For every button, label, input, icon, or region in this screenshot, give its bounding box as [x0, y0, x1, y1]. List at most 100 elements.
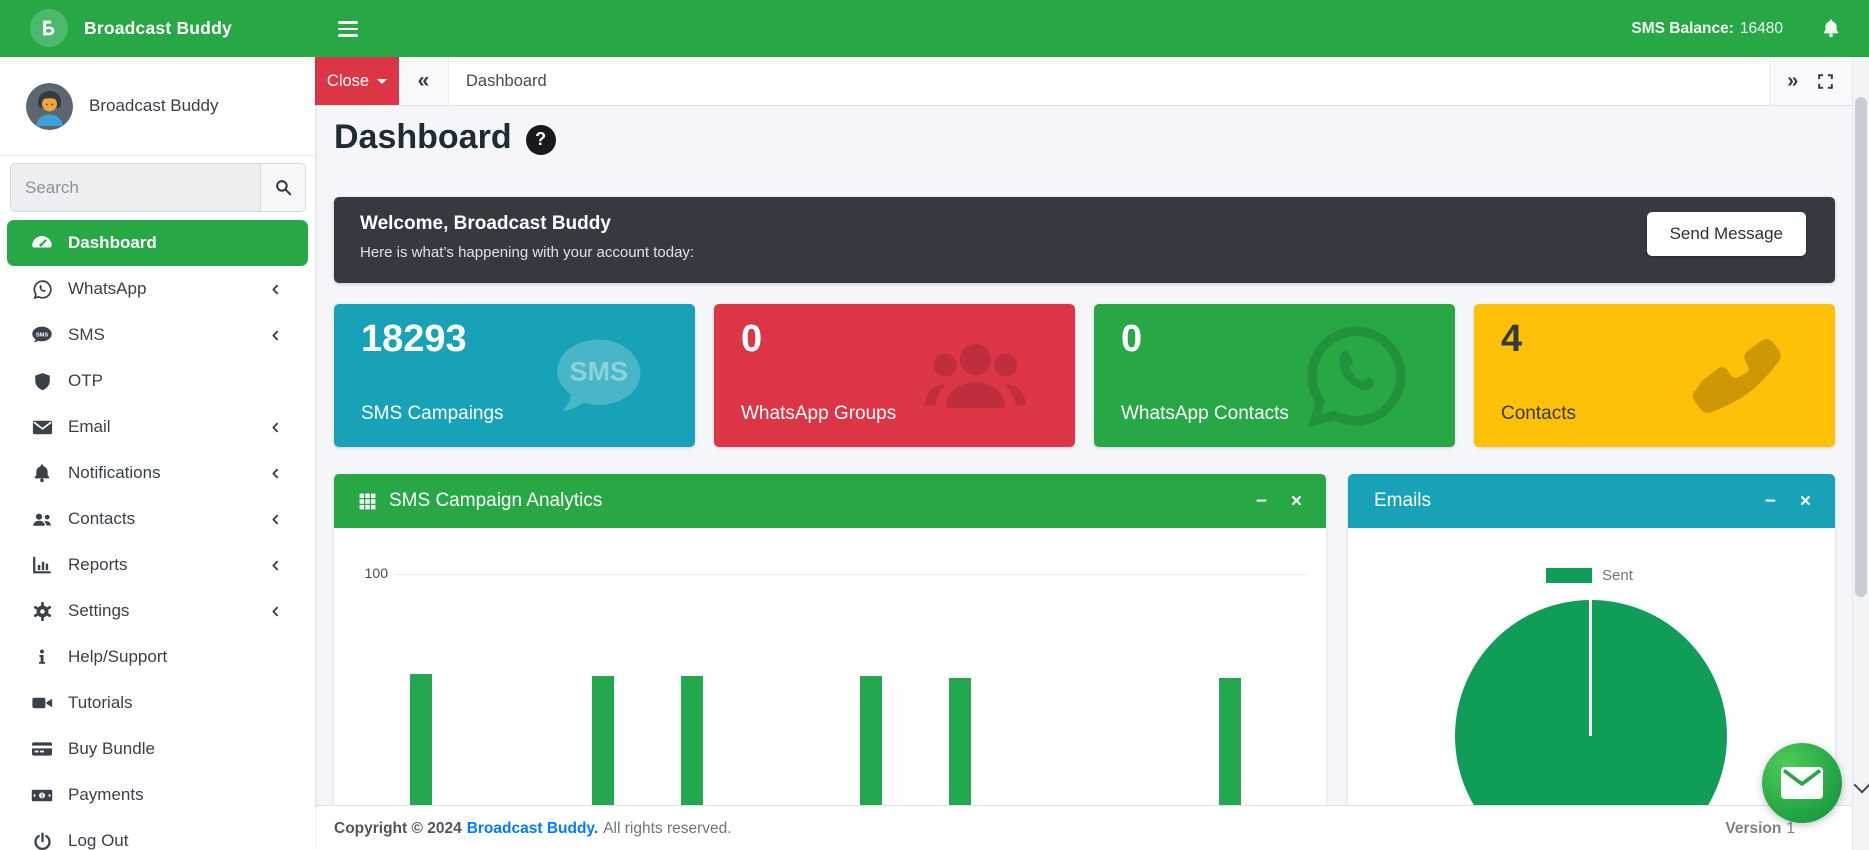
sidebar-user-panel: Broadcast Buddy [0, 57, 315, 156]
sidebar-item-label: Email [68, 417, 111, 436]
fullscreen-button[interactable] [1816, 72, 1835, 91]
sms-bubble-icon: SMS [30, 323, 54, 347]
minimize-panel-button[interactable]: − [1765, 492, 1776, 511]
pie-slice-divider [1589, 600, 1592, 736]
chat-widget-button[interactable] [1762, 743, 1842, 823]
hamburger-menu-icon[interactable] [338, 16, 364, 42]
avatar[interactable] [26, 82, 73, 130]
sidebar-item-otp[interactable]: OTP [7, 358, 308, 404]
content-toolbar: Close « Dashboard » [315, 57, 1869, 106]
sidebar-item-label: Dashboard [68, 233, 157, 252]
vertical-scrollbar[interactable] [1852, 57, 1869, 850]
tab-dashboard[interactable]: Dashboard [466, 57, 547, 105]
sms-campaign-analytics-panel: SMS Campaign Analytics − × 100 [334, 474, 1326, 805]
gauge-icon [30, 231, 54, 255]
sidebar-item-contacts[interactable]: Contacts [7, 496, 308, 542]
sidebar-menu: Dashboard WhatsApp SMS SMS OTP Email Not… [0, 220, 315, 850]
page-title-row: Dashboard ? [334, 118, 556, 157]
sidebar-item-label: Log Out [68, 831, 129, 850]
bar-chart-icon [30, 553, 54, 577]
sidebar-item-payments[interactable]: 1 Payments [7, 772, 308, 818]
sidebar-item-label: Help/Support [68, 647, 168, 666]
shield-icon [30, 369, 54, 393]
caret-down-icon [377, 78, 388, 84]
chevron-left-icon [269, 421, 282, 434]
sidebar-search [10, 163, 306, 212]
scrollbar-thumb[interactable] [1855, 97, 1867, 597]
bar [592, 676, 614, 805]
sidebar-item-reports[interactable]: Reports [7, 542, 308, 588]
close-dropdown-button[interactable]: Close [315, 57, 399, 105]
bar [1219, 678, 1241, 805]
minimize-panel-button[interactable]: − [1256, 492, 1267, 511]
search-button[interactable] [260, 164, 305, 211]
sidebar-item-buy-bundle[interactable]: Buy Bundle [7, 726, 308, 772]
sidebar-item-email[interactable]: Email [7, 404, 308, 450]
bar [681, 676, 703, 805]
stat-card[interactable]: 18293 SMS Campaings SMS [334, 304, 695, 447]
phone-icon [1658, 317, 1813, 435]
page-title: Dashboard [334, 118, 512, 156]
money-bill-icon: 1 [30, 783, 54, 807]
sidebar-item-settings[interactable]: Settings [7, 588, 308, 634]
sidebar-item-label: Settings [68, 601, 130, 620]
toolbar-right-controls: » [1769, 57, 1852, 105]
collapse-tabs-button[interactable]: « [399, 57, 449, 105]
close-panel-button[interactable]: × [1291, 492, 1302, 511]
stat-label: SMS Campaings [361, 403, 504, 424]
topbar: Broadcast Buddy SMS Balance: 16480 [0, 0, 1869, 57]
chevron-left-icon [269, 329, 282, 342]
stat-card[interactable]: 4 Contacts [1474, 304, 1835, 447]
sidebar-item-label: SMS [68, 325, 105, 344]
sms-speech-bubble-icon: SMS [518, 317, 673, 435]
sms-balance: SMS Balance: 16480 [1631, 0, 1783, 57]
send-message-button[interactable]: Send Message [1646, 212, 1806, 256]
bell-icon [30, 461, 54, 485]
footer-brand-link[interactable]: Broadcast Buddy. [467, 820, 599, 838]
stat-card[interactable]: 0 WhatsApp Contacts [1094, 304, 1455, 447]
stat-card[interactable]: 0 WhatsApp Groups [714, 304, 1075, 447]
sidebar-item-tutorials[interactable]: Tutorials [7, 680, 308, 726]
info-icon [30, 645, 54, 669]
legend-swatch-sent [1546, 568, 1592, 583]
sidebar-item-dashboard[interactable]: Dashboard [7, 220, 308, 266]
users-icon [30, 507, 54, 531]
search-input[interactable] [11, 164, 260, 211]
notifications-bell-icon[interactable] [1820, 17, 1842, 39]
close-panel-button[interactable]: × [1800, 492, 1811, 511]
stat-label: WhatsApp Contacts [1121, 403, 1289, 424]
emails-panel-title: Emails [1374, 490, 1432, 511]
sidebar-user-name[interactable]: Broadcast Buddy [89, 96, 218, 116]
pie-legend: Sent [1546, 567, 1633, 584]
svg-text:1: 1 [41, 793, 44, 799]
stat-label: WhatsApp Groups [741, 403, 897, 424]
copyright-suffix: All rights reserved. [603, 819, 732, 837]
double-chevron-right-icon: » [1787, 69, 1799, 92]
sidebar-item-label: Payments [68, 785, 144, 804]
sidebar-item-label: Contacts [68, 509, 136, 528]
bar [410, 674, 432, 805]
sms-balance-label: SMS Balance: [1631, 19, 1734, 37]
close-button-label: Close [326, 71, 370, 90]
chevron-left-icon [269, 605, 282, 618]
brand-logo[interactable] [30, 9, 68, 47]
chevron-left-icon [269, 467, 282, 480]
credit-card-icon [30, 737, 54, 761]
scroll-down-arrow-icon[interactable] [1853, 776, 1869, 794]
sidebar-item-sms[interactable]: SMS SMS [7, 312, 308, 358]
help-icon[interactable]: ? [525, 124, 556, 155]
brand-name[interactable]: Broadcast Buddy [84, 0, 232, 57]
expand-tabs-button[interactable]: » [1787, 70, 1798, 93]
sidebar-item-log-out[interactable]: Log Out [7, 818, 308, 850]
pie-chart: Sent [1348, 528, 1835, 805]
broadcast-buddy-dashboard: Broadcast Buddy SMS Balance: 16480 Broad… [0, 0, 1869, 850]
copyright-prefix: Copyright © 2024 [334, 819, 462, 837]
envelope-icon [30, 415, 54, 439]
sidebar-item-help-support[interactable]: Help/Support [7, 634, 308, 680]
analytics-panel-title: SMS Campaign Analytics [389, 490, 603, 511]
stat-value: 4 [1501, 318, 1523, 360]
gear-icon [30, 599, 54, 623]
grid-icon [358, 492, 377, 511]
sidebar-item-notifications[interactable]: Notifications [7, 450, 308, 496]
sidebar-item-whatsapp[interactable]: WhatsApp [7, 266, 308, 312]
